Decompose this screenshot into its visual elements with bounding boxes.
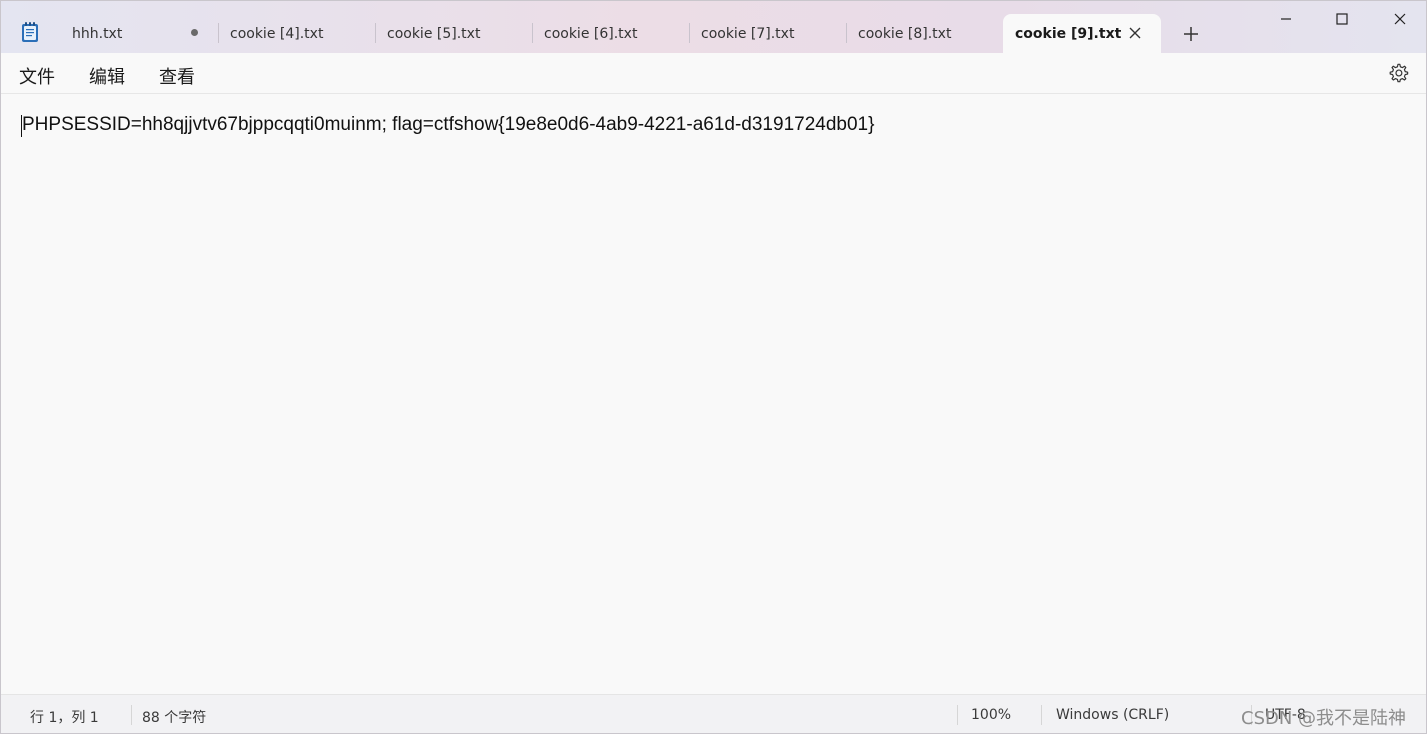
tab-label: cookie [4].txt: [230, 25, 324, 42]
notepad-icon: [22, 22, 38, 42]
tab-hhh[interactable]: hhh.txt: [60, 14, 218, 53]
plus-icon[interactable]: [1177, 22, 1205, 46]
gear-icon[interactable]: [1387, 62, 1409, 84]
tab-label: hhh.txt: [72, 25, 123, 42]
title-bar: hhh.txt cookie [4].txt cookie [5].txt co…: [1, 1, 1426, 53]
status-divider: [1041, 705, 1042, 725]
tab-cookie-6[interactable]: cookie [6].txt: [532, 14, 689, 53]
maximize-icon[interactable]: [1319, 5, 1365, 33]
tab-cookie-4[interactable]: cookie [4].txt: [218, 14, 375, 53]
character-count: 88 个字符: [142, 710, 207, 726]
menu-file[interactable]: 文件: [19, 63, 55, 89]
line-ending[interactable]: Windows (CRLF): [1056, 707, 1169, 723]
minimize-icon[interactable]: [1263, 5, 1309, 33]
menu-bar: 文件 编辑 查看: [1, 53, 1426, 94]
close-icon[interactable]: [1127, 25, 1143, 41]
status-divider: [957, 705, 958, 725]
editor-content[interactable]: PHPSESSID=hh8qjjvtv67bjppcqqti0muinm; fl…: [22, 114, 874, 136]
text-editor[interactable]: PHPSESSID=hh8qjjvtv67bjppcqqti0muinm; fl…: [1, 94, 1426, 694]
menu-view[interactable]: 查看: [159, 63, 195, 89]
window-close-icon[interactable]: [1377, 5, 1423, 33]
zoom-level[interactable]: 100%: [971, 707, 1011, 723]
tab-cookie-9[interactable]: cookie [9].txt: [1003, 14, 1161, 53]
tab-label: cookie [7].txt: [701, 25, 795, 42]
tab-label: cookie [9].txt: [1015, 25, 1122, 42]
tab-cookie-5[interactable]: cookie [5].txt: [375, 14, 532, 53]
notepad-window: hhh.txt cookie [4].txt cookie [5].txt co…: [0, 0, 1427, 734]
unsaved-dot-icon: [191, 29, 198, 36]
menu-edit[interactable]: 编辑: [89, 63, 125, 89]
tab-label: cookie [5].txt: [387, 25, 481, 42]
cursor-position: 行 1，列 1: [30, 710, 99, 726]
tab-cookie-7[interactable]: cookie [7].txt: [689, 14, 846, 53]
tab-cookie-8[interactable]: cookie [8].txt: [846, 14, 1003, 53]
status-divider: [131, 705, 132, 725]
tab-label: cookie [8].txt: [858, 25, 952, 42]
watermark: CSDN @我不是陆神: [1241, 708, 1407, 729]
tab-label: cookie [6].txt: [544, 25, 638, 42]
status-bar: 行 1，列 1 88 个字符 100% Windows (CRLF) UTF-8…: [1, 694, 1426, 733]
